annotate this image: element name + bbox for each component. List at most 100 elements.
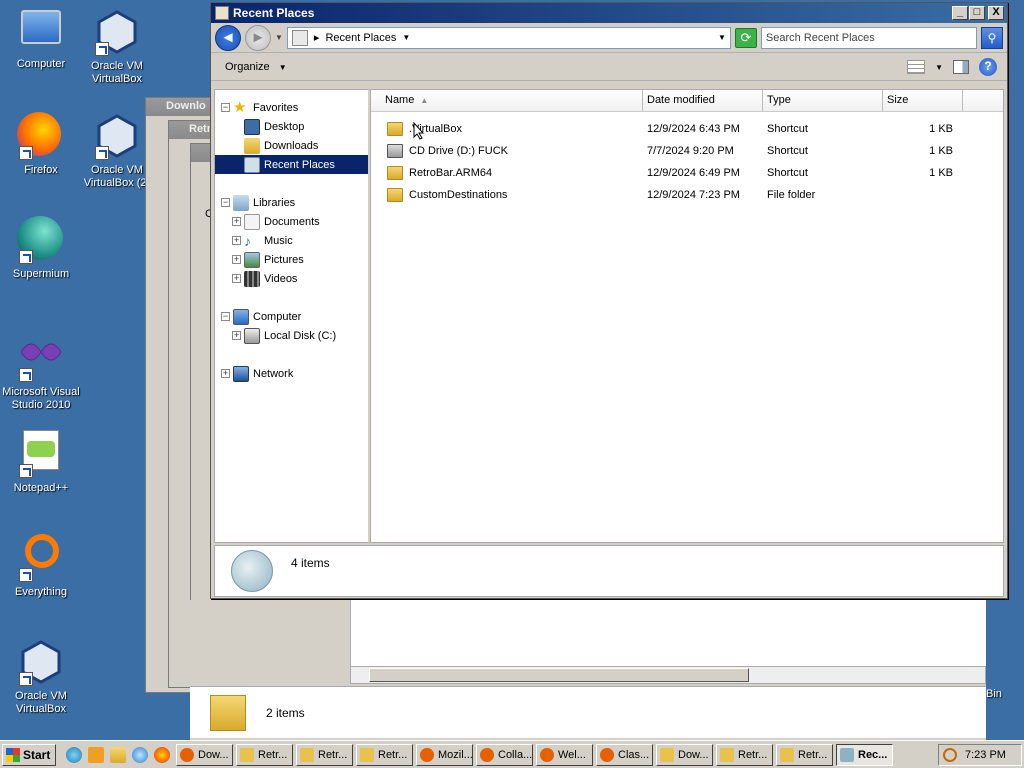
nav-libraries[interactable]: − Libraries [215, 193, 368, 212]
desktop-icon-virtualbox-3[interactable]: Oracle VM VirtualBox [0, 638, 82, 716]
close-button[interactable]: X [988, 6, 1004, 20]
column-header-date[interactable]: Date modified [643, 90, 763, 111]
scrollbar-thumb[interactable] [369, 668, 749, 682]
window-title: Recent Places [233, 6, 315, 20]
expand-icon[interactable]: + [232, 217, 241, 226]
file-date: 12/9/2024 6:43 PM [647, 123, 740, 135]
desktop-icon-notepadpp[interactable]: Notepad++ [0, 430, 82, 495]
address-dropdown-icon[interactable]: ▼ [718, 33, 726, 42]
everything-icon [17, 534, 65, 582]
nav-favorites[interactable]: − ★ Favorites [215, 98, 368, 117]
column-header-size[interactable]: Size [883, 90, 963, 111]
history-dropdown-icon[interactable]: ▼ [275, 33, 283, 42]
folder-icon [240, 747, 254, 762]
taskbar-button[interactable]: Clas... [596, 743, 653, 766]
collapse-icon[interactable]: − [221, 198, 230, 207]
taskbar-button[interactable]: Wel... [536, 743, 593, 766]
desktop-icon-computer[interactable]: Computer [0, 10, 82, 71]
nav-pictures[interactable]: + Pictures [215, 250, 368, 269]
folder-icon [300, 747, 314, 762]
desktop-icon-everything[interactable]: Everything [0, 534, 82, 599]
help-icon[interactable]: ? [979, 58, 997, 76]
nav-documents[interactable]: + Documents [215, 212, 368, 231]
nav-computer[interactable]: − Computer [215, 307, 368, 326]
clock[interactable]: 7:23 PM [965, 749, 1006, 761]
background-explorer-window[interactable]: 2 items [190, 600, 986, 740]
nav-label: Recent Places [264, 158, 335, 171]
nav-downloads[interactable]: Downloads [215, 136, 368, 155]
title-bar[interactable]: Recent Places _ □ X [211, 3, 1007, 23]
taskbar-button[interactable]: Rec... [836, 743, 893, 766]
taskbar-button[interactable]: Mozil... [416, 743, 473, 766]
minimize-button[interactable]: _ [952, 6, 968, 20]
taskbar-button[interactable]: Dow... [656, 743, 713, 766]
expand-icon[interactable]: + [232, 331, 241, 340]
collapse-icon[interactable]: − [221, 312, 230, 321]
quick-launch-firefox-icon[interactable] [154, 746, 170, 763]
taskbar-button[interactable]: Retr... [236, 743, 293, 766]
search-button[interactable]: ⚲ [981, 26, 1003, 49]
column-header-name[interactable]: Name ▲ [371, 90, 643, 111]
taskbar-button[interactable]: Dow... [176, 743, 233, 766]
desktop-icon-visual-studio[interactable]: Microsoft Visual Studio 2010 [0, 334, 82, 412]
expand-icon[interactable]: + [221, 369, 230, 378]
organize-label: Organize [225, 60, 270, 73]
expand-icon[interactable]: + [232, 255, 241, 264]
desktop-icon-label: Supermium [12, 268, 70, 280]
file-name: RetroBar.ARM64 [409, 167, 493, 179]
quick-launch-ie-icon[interactable] [66, 746, 82, 763]
desktop-icon-firefox[interactable]: Firefox [0, 112, 82, 177]
back-button[interactable]: ◄ [215, 24, 241, 51]
expand-icon[interactable]: + [232, 236, 241, 245]
magnifier-icon[interactable] [943, 748, 957, 762]
file-row[interactable]: RetroBar.ARM64 12/9/2024 6:49 PM Shortcu… [371, 162, 1003, 184]
file-row[interactable]: CustomDestinations 12/9/2024 7:23 PM Fil… [371, 184, 1003, 206]
organize-button[interactable]: Organize ▼ [219, 58, 293, 76]
view-dropdown-icon[interactable]: ▼ [935, 63, 943, 72]
desktop-icon-virtualbox[interactable]: Oracle VM VirtualBox [76, 8, 158, 86]
chevron-down-icon: ▼ [278, 62, 287, 72]
nav-videos[interactable]: + Videos [215, 269, 368, 288]
recycle-bin-label[interactable]: Bin [986, 688, 1002, 700]
quick-launch-folder-icon[interactable] [110, 746, 126, 763]
taskbar-button[interactable]: Retr... [776, 743, 833, 766]
explorer-window[interactable]: Recent Places _ □ X ◄ ► ▼ ▸ Recent Place… [210, 2, 1008, 599]
start-button[interactable]: Start [2, 743, 56, 766]
taskbar-button[interactable]: Retr... [716, 743, 773, 766]
taskbar-button-label: Mozil... [438, 748, 473, 761]
preview-pane-icon[interactable] [953, 60, 969, 74]
column-header-type[interactable]: Type [763, 90, 883, 111]
nav-music[interactable]: + ♪ Music [215, 231, 368, 250]
nav-network[interactable]: + Network [215, 364, 368, 383]
search-input[interactable]: Search Recent Places [760, 26, 977, 49]
taskbar-button-label: Wel... [558, 748, 586, 761]
collapse-icon[interactable]: − [221, 103, 230, 112]
windows-logo-icon [6, 747, 20, 762]
nav-local-disk[interactable]: + Local Disk (C:) [215, 326, 368, 345]
file-row[interactable]: CD Drive (D:) FUCK 7/7/2024 9:20 PM Shor… [371, 140, 1003, 162]
change-view-icon[interactable] [907, 60, 926, 74]
maximize-button[interactable]: □ [969, 6, 985, 20]
firefox-icon [600, 747, 614, 762]
breadcrumb-recent-places[interactable]: Recent Places [325, 32, 396, 44]
quick-launch-media-icon[interactable] [88, 746, 104, 763]
expand-icon[interactable]: + [232, 274, 241, 283]
column-header-label: Name [385, 94, 415, 106]
desktop-icon-label: Everything [15, 586, 67, 598]
quick-launch-browser-icon[interactable] [132, 746, 148, 763]
taskbar-button[interactable]: Colla... [476, 743, 533, 766]
file-date: 12/9/2024 6:49 PM [647, 167, 740, 179]
refresh-button[interactable]: ⟳ [734, 27, 757, 48]
taskbar-button[interactable]: Retr... [356, 743, 413, 766]
nav-recent-places[interactable]: Recent Places [215, 155, 368, 174]
forward-button[interactable]: ► [245, 24, 271, 51]
taskbar-button[interactable]: Retr... [296, 743, 353, 766]
desktop-icon-supermium[interactable]: Supermium [0, 216, 82, 281]
address-bar[interactable]: ▸ Recent Places ▼ ▼ [286, 26, 731, 49]
breadcrumb-dropdown-icon[interactable]: ▼ [402, 33, 410, 42]
horizontal-scrollbar[interactable] [350, 666, 986, 684]
file-row[interactable]: .VirtualBox 12/9/2024 6:43 PM Shortcut 1… [371, 118, 1003, 140]
file-size: 1 KB [929, 167, 953, 179]
nav-desktop[interactable]: Desktop [215, 117, 368, 136]
breadcrumb-separator[interactable]: ▸ [314, 31, 320, 44]
